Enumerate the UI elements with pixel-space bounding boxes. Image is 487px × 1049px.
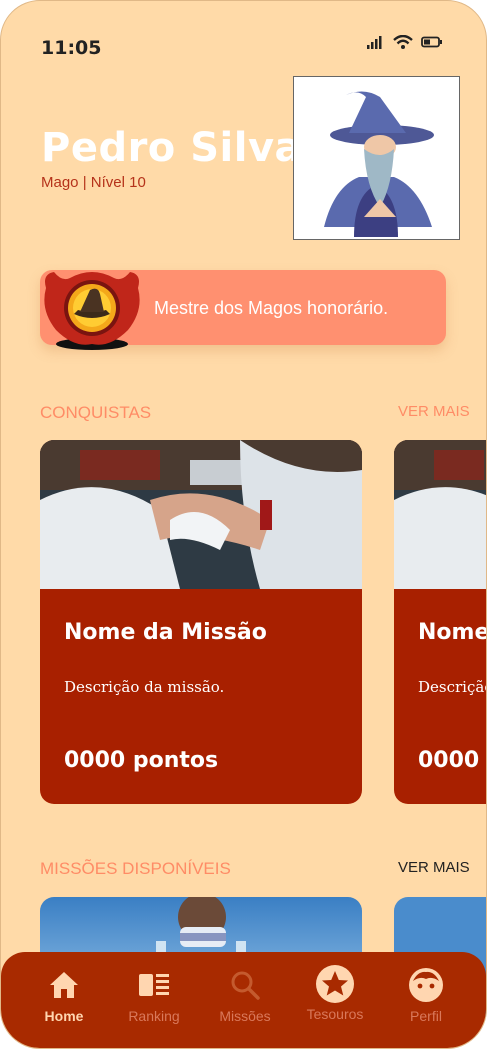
badge-title: Mestre dos Magos honorário. — [154, 298, 389, 318]
search-icon — [231, 971, 260, 1000]
card-title: Nome da Missão — [418, 620, 487, 645]
nav-treasures[interactable]: Tesouros — [295, 965, 375, 1022]
user-name: Pedro Silva — [41, 125, 303, 171]
card-points: 0000 pontos — [418, 748, 486, 773]
card-points: 0000 pontos — [64, 748, 219, 773]
wizard-hat-badge-icon — [44, 272, 140, 350]
missions-see-more-link[interactable]: VER MAIS — [398, 859, 470, 876]
bottom-navigation: Home Ranking Missões Tesouros Perfil — [1, 952, 486, 1048]
honor-badge-card[interactable]: Mestre dos Magos honorário. — [40, 270, 446, 350]
card-description: Descrição da missão. — [418, 678, 487, 696]
user-class-level: Mago | Nível 10 — [41, 174, 146, 191]
battery-icon — [421, 36, 442, 48]
nav-ranking[interactable]: Ranking — [114, 970, 194, 1024]
avatar[interactable] — [293, 76, 460, 240]
signal-icon — [367, 36, 382, 49]
wifi-icon — [393, 35, 413, 49]
face-icon — [409, 968, 443, 1002]
ranking-icon — [139, 974, 169, 996]
blood-donation-photo — [394, 440, 486, 589]
card-title: Nome da Missão — [64, 620, 267, 645]
phone-screen: 11:05 Pedro Silva Mago | Nível 10 Mestre… — [0, 0, 487, 1049]
home-icon — [50, 972, 78, 998]
achievement-card[interactable]: Nome da Missão Descrição da missão. 0000… — [40, 440, 362, 804]
achievements-section-title: CONQUISTAS — [40, 403, 152, 422]
wizard-avatar-image — [324, 91, 434, 237]
card-description: Descrição da missão. — [64, 678, 225, 696]
achievement-card[interactable]: Nome da Missão Descrição da missão. 0000… — [394, 440, 487, 804]
nav-missions[interactable]: Missões — [205, 970, 285, 1024]
status-icons — [367, 35, 443, 49]
nav-profile[interactable]: Perfil — [386, 968, 466, 1024]
status-time: 11:05 — [41, 37, 102, 59]
nav-home-label: Home — [44, 1008, 84, 1024]
nav-profile-label: Perfil — [410, 1008, 442, 1024]
star-icon — [316, 965, 354, 1003]
achievements-see-more-link[interactable]: VER MAIS — [398, 403, 470, 420]
missions-section-title: MISSÕES DISPONÍVEIS — [40, 859, 231, 878]
nav-ranking-label: Ranking — [128, 1008, 180, 1024]
blood-donation-photo — [40, 440, 362, 589]
nav-home[interactable]: Home — [24, 970, 104, 1024]
nav-missions-label: Missões — [219, 1008, 271, 1024]
nav-treasures-label: Tesouros — [306, 1006, 364, 1022]
